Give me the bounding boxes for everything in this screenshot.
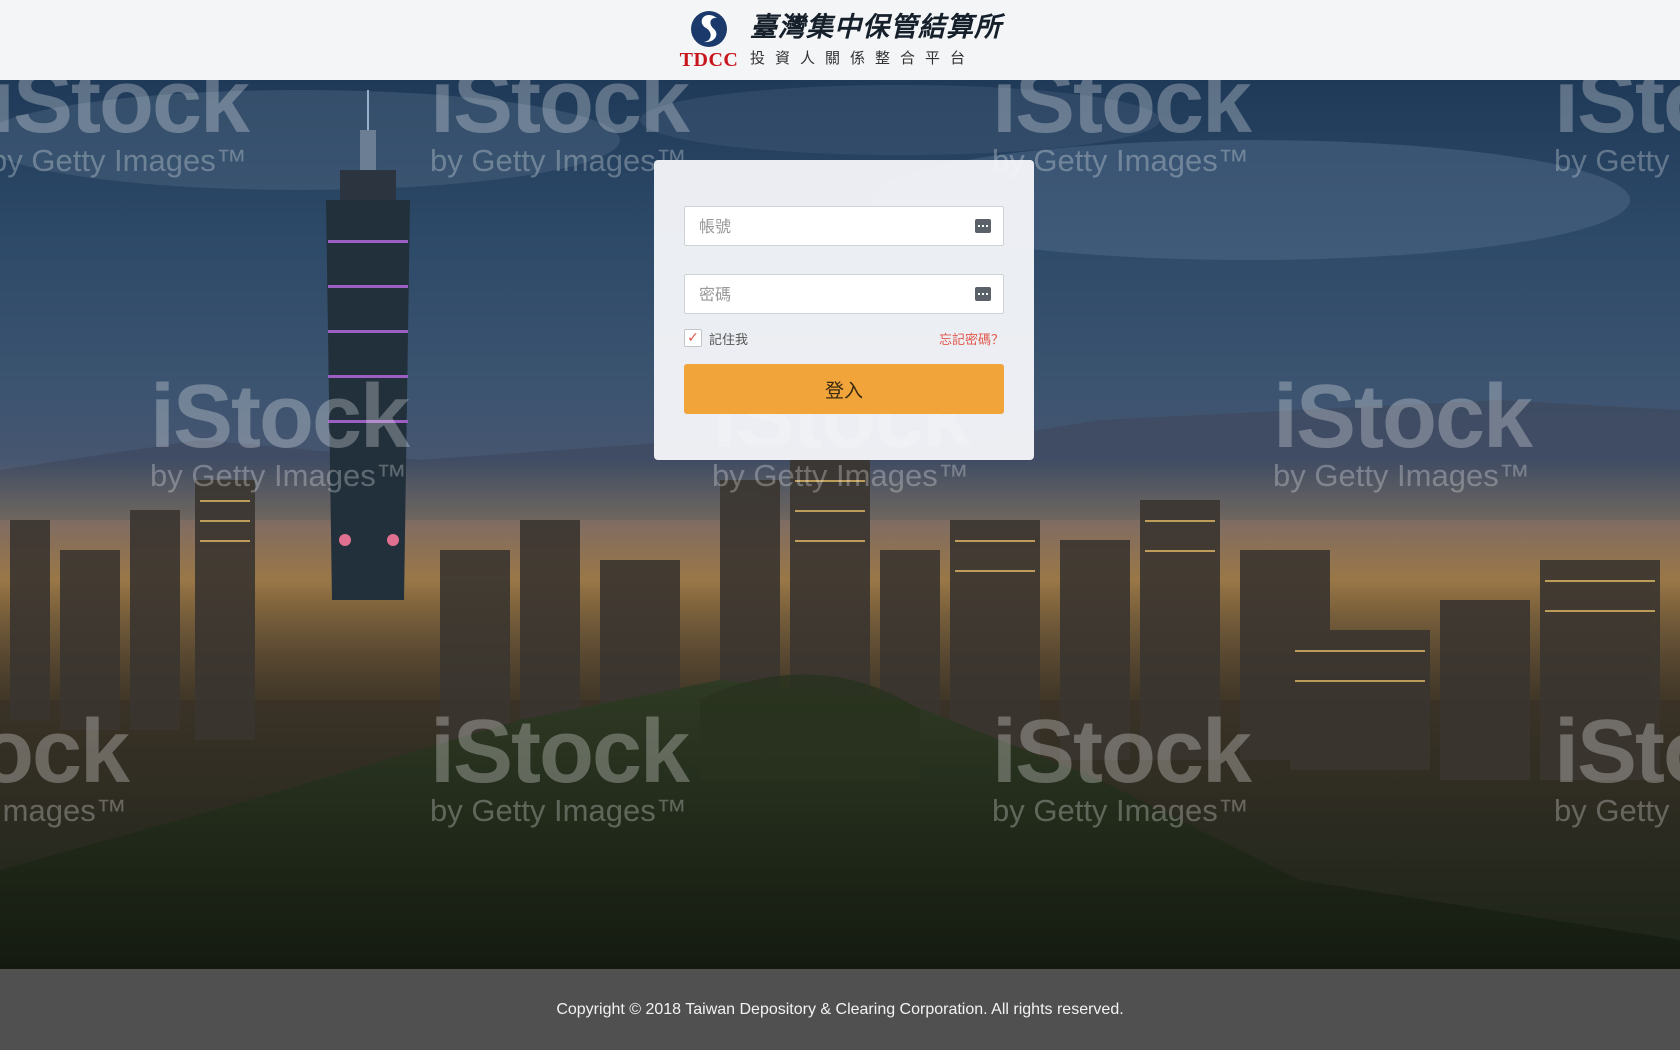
logo-abbr: TDCC xyxy=(679,49,739,71)
remember-row: ✓ 記住我 忘記密碼？ xyxy=(684,328,1004,348)
logo-title: 臺灣集中保管結算所 xyxy=(750,12,1002,43)
tdcc-logo[interactable]: TDCC 臺灣集中保管結算所 投資人關係整合平台 xyxy=(678,10,1002,70)
forgot-password-link[interactable]: 忘記密碼？ xyxy=(939,329,1004,348)
remember-me-checkbox[interactable]: ✓ 記住我 xyxy=(684,329,748,348)
logo-emblem: TDCC xyxy=(678,10,740,70)
keyboard-icon xyxy=(975,287,991,301)
site-header: TDCC 臺灣集中保管結算所 投資人關係整合平台 xyxy=(0,0,1680,80)
password-input[interactable] xyxy=(685,275,1003,313)
login-button[interactable]: 登入 xyxy=(684,364,1004,414)
checkmark-icon: ✓ xyxy=(687,330,699,346)
site-footer: Copyright © 2018 Taiwan Depository & Cle… xyxy=(0,969,1680,1050)
login-card: ✓ 記住我 忘記密碼？ 登入 xyxy=(654,160,1034,460)
checkbox-box[interactable]: ✓ xyxy=(684,329,702,347)
copyright-text: Copyright © 2018 Taiwan Depository & Cle… xyxy=(556,1000,1124,1018)
keyboard-icon xyxy=(975,219,991,233)
account-field[interactable] xyxy=(684,206,1004,246)
password-field[interactable] xyxy=(684,274,1004,314)
logo-subtitle: 投資人關係整合平台 xyxy=(750,49,976,67)
tdcc-emblem-icon xyxy=(690,10,728,48)
logo-text: 臺灣集中保管結算所 投資人關係整合平台 xyxy=(750,12,1002,68)
account-input[interactable] xyxy=(685,207,1003,245)
remember-me-label: 記住我 xyxy=(709,332,749,348)
